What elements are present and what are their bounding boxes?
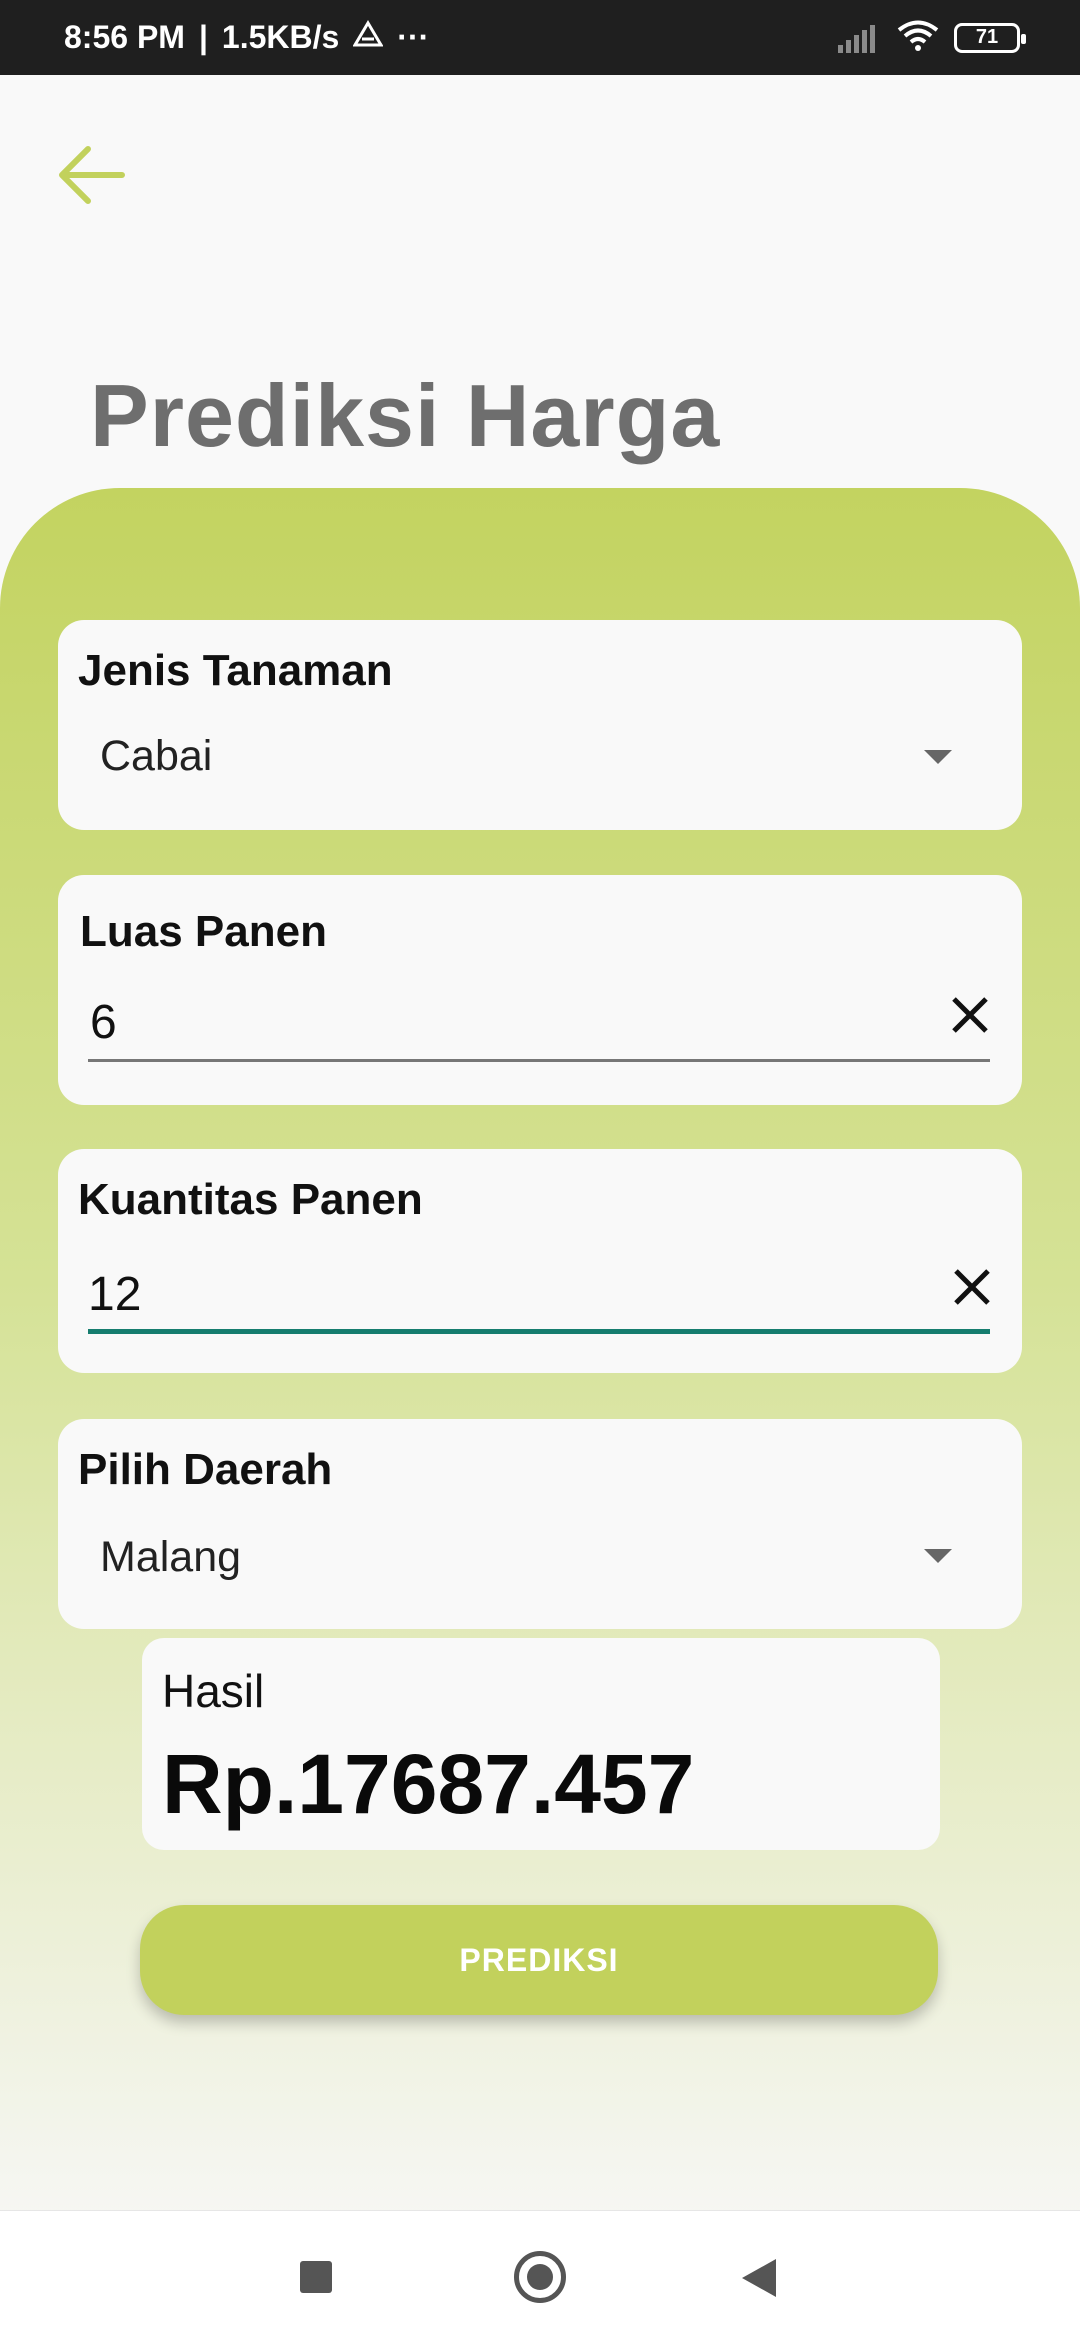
back-triangle-icon[interactable] bbox=[742, 2259, 776, 2297]
region-label: Pilih Daerah bbox=[78, 1445, 333, 1494]
harvest-quantity-label: Kuantitas Panen bbox=[78, 1175, 423, 1224]
clear-icon[interactable] bbox=[950, 1265, 994, 1309]
harvest-area-card: Luas Panen 6 bbox=[58, 875, 1022, 1105]
region-select[interactable]: Malang bbox=[100, 1533, 241, 1582]
region-card: Pilih Daerah Malang bbox=[58, 1419, 1022, 1629]
wifi-icon bbox=[896, 19, 940, 56]
battery-icon: 71 bbox=[954, 22, 1026, 53]
chevron-down-icon[interactable] bbox=[924, 750, 952, 764]
harvest-quantity-card: Kuantitas Panen 12 bbox=[58, 1149, 1022, 1373]
chevron-down-icon[interactable] bbox=[924, 1549, 952, 1563]
result-label: Hasil bbox=[162, 1665, 265, 1717]
harvest-area-input[interactable]: 6 bbox=[90, 995, 117, 1050]
plant-type-card: Jenis Tanaman Cabai bbox=[58, 620, 1022, 830]
battery-level: 71 bbox=[975, 26, 999, 48]
status-time: 8:56 PM bbox=[64, 19, 185, 55]
system-nav-bar bbox=[0, 2210, 1080, 2340]
plant-type-select[interactable]: Cabai bbox=[100, 732, 212, 781]
harvest-area-label: Luas Panen bbox=[80, 907, 327, 956]
harvest-quantity-underline bbox=[88, 1329, 990, 1334]
status-left: 8:56 PM | 1.5KB/s ··· bbox=[64, 19, 443, 56]
page-title: Prediksi Harga bbox=[90, 366, 721, 465]
home-icon[interactable] bbox=[514, 2251, 566, 2303]
prediction-page: Prediksi Harga Jenis Tanaman Cabai Luas … bbox=[0, 75, 1080, 2248]
plant-type-label: Jenis Tanaman bbox=[78, 646, 393, 695]
status-net-speed: 1.5KB/s bbox=[221, 19, 340, 55]
status-separator: | bbox=[198, 19, 208, 55]
status-bar: 8:56 PM | 1.5KB/s ··· 71 bbox=[0, 0, 1080, 75]
harvest-area-underline bbox=[88, 1059, 990, 1062]
drive-icon bbox=[352, 19, 384, 56]
recents-icon[interactable] bbox=[300, 2261, 332, 2293]
clear-icon[interactable] bbox=[948, 993, 992, 1037]
harvest-quantity-input[interactable]: 12 bbox=[88, 1267, 141, 1322]
back-button[interactable] bbox=[52, 135, 132, 215]
predict-button[interactable]: PREDIKSI bbox=[140, 1905, 938, 2015]
signal-icon bbox=[838, 23, 878, 53]
arrow-left-icon bbox=[59, 146, 125, 204]
result-card: Hasil Rp.17687.457 bbox=[142, 1638, 940, 1850]
result-value: Rp.17687.457 bbox=[162, 1737, 695, 1831]
status-right: 71 bbox=[838, 19, 1026, 56]
status-more: ··· bbox=[397, 19, 430, 55]
